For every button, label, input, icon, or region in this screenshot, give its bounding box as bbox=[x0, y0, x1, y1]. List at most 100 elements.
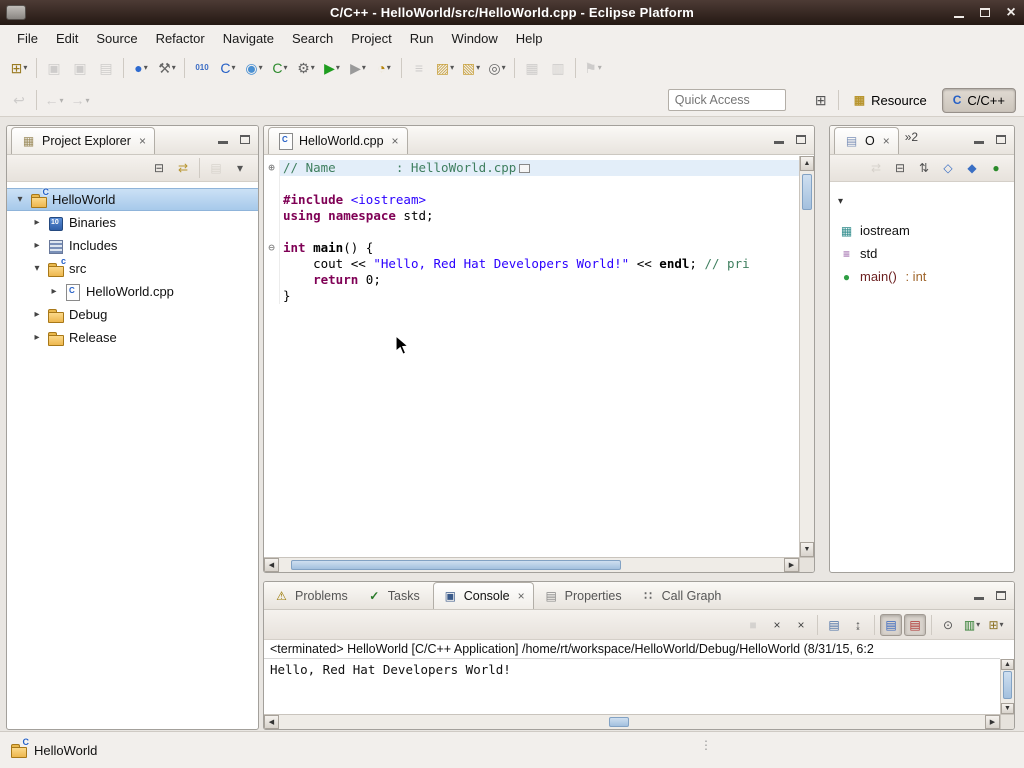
chevron-right-icon[interactable]: ▸ bbox=[30, 217, 44, 228]
tab-tasks[interactable]: ✓Tasks bbox=[357, 583, 429, 609]
tree-item-helloworld-cpp[interactable]: ▸CHelloWorld.cpp bbox=[7, 280, 258, 303]
view-menu-button[interactable]: ▾ bbox=[229, 157, 251, 179]
close-icon[interactable]: × bbox=[518, 590, 525, 602]
console-vertical-scrollbar[interactable]: ▲ ▼ bbox=[1000, 659, 1014, 714]
scroll-right-button[interactable]: ▶ bbox=[985, 715, 1000, 729]
code-line-text[interactable]: #include <iostream> bbox=[280, 192, 799, 208]
chevron-right-icon[interactable]: ▸ bbox=[30, 240, 44, 251]
hide-static-members-button[interactable]: ◆ bbox=[961, 157, 983, 179]
chevron-down-icon[interactable]: ▾ bbox=[838, 196, 1014, 207]
minimize-view-button[interactable] bbox=[218, 141, 228, 144]
remove-all-launches-button[interactable]: × bbox=[790, 614, 812, 636]
menu-item-project[interactable]: Project bbox=[342, 28, 400, 49]
outline-item-main[interactable]: ●main() : int bbox=[830, 265, 1014, 288]
open-perspective-button[interactable]: ⊞ bbox=[809, 88, 833, 112]
close-icon[interactable]: × bbox=[139, 135, 146, 147]
maximize-window-button[interactable] bbox=[972, 0, 998, 25]
perspective-cpp-button[interactable]: CC/C++ bbox=[942, 88, 1016, 113]
new-binary-button[interactable]: 010 bbox=[190, 56, 214, 80]
scroll-down-button[interactable]: ▼ bbox=[1001, 703, 1014, 714]
clear-console-button[interactable]: ▤ bbox=[823, 614, 845, 636]
display-selected-console-button[interactable]: ▥▾ bbox=[961, 614, 983, 636]
open-console-button[interactable]: ⊞▾ bbox=[985, 614, 1007, 636]
code-editor[interactable]: ⊕// Name : HelloWorld.cpp#include <iostr… bbox=[264, 156, 799, 557]
perspective-resource-button[interactable]: ▦Resource bbox=[843, 88, 938, 113]
build-active-config-button[interactable]: C▾ bbox=[268, 56, 292, 80]
editor-presentation-button[interactable]: ▥ bbox=[546, 56, 570, 80]
scrollbar-thumb[interactable] bbox=[1003, 671, 1012, 699]
tab-outline[interactable]: ▤ O × bbox=[834, 127, 899, 154]
tab-problems[interactable]: ⚠Problems bbox=[264, 583, 357, 609]
editor-horizontal-scrollbar[interactable]: ◀ ▶ bbox=[264, 557, 799, 572]
scroll-down-button[interactable]: ▼ bbox=[800, 542, 814, 557]
maximize-view-button[interactable] bbox=[796, 135, 806, 144]
scrollbar-thumb[interactable] bbox=[802, 174, 812, 210]
external-tools-button[interactable]: ⚙▾ bbox=[294, 56, 318, 80]
chevron-down-icon[interactable]: ▾ bbox=[30, 263, 44, 274]
editor-vertical-scrollbar[interactable]: ▲ ▼ bbox=[799, 156, 814, 557]
quick-access-input[interactable] bbox=[668, 89, 786, 111]
menu-item-help[interactable]: Help bbox=[507, 28, 552, 49]
new-wizard-button[interactable]: ⊞▾ bbox=[7, 56, 31, 80]
close-window-button[interactable]: × bbox=[998, 0, 1024, 25]
menu-item-run[interactable]: Run bbox=[401, 28, 443, 49]
code-line-text[interactable] bbox=[280, 176, 799, 192]
chevron-right-icon[interactable]: ▸ bbox=[30, 309, 44, 320]
save-button[interactable]: ▣ bbox=[42, 56, 66, 80]
pin-console-button[interactable]: ⊙ bbox=[937, 614, 959, 636]
new-class-button[interactable]: ◉▾ bbox=[242, 56, 266, 80]
open-resource-button[interactable]: ▧▾ bbox=[459, 56, 483, 80]
maximize-view-button[interactable] bbox=[996, 591, 1006, 600]
chevron-right-icon[interactable]: ▸ bbox=[47, 286, 61, 297]
menu-item-navigate[interactable]: Navigate bbox=[214, 28, 283, 49]
menu-item-file[interactable]: File bbox=[8, 28, 47, 49]
show-console-on-stdout-button[interactable]: ▤ bbox=[880, 614, 902, 636]
focus-on-active-task-button[interactable]: ▤ bbox=[205, 157, 227, 179]
outline-item-iostream[interactable]: ▦iostream bbox=[830, 219, 1014, 242]
run-history-button[interactable]: ▶▾ bbox=[346, 56, 370, 80]
chevron-down-icon[interactable]: ▾ bbox=[13, 194, 27, 205]
sort-button[interactable]: ⇅ bbox=[913, 157, 935, 179]
tree-item-src[interactable]: ▾csrc bbox=[7, 257, 258, 280]
chevron-right-icon[interactable]: ▸ bbox=[30, 332, 44, 343]
hide-fields-button[interactable]: ◇ bbox=[937, 157, 959, 179]
tree-item-includes[interactable]: ▸Includes bbox=[7, 234, 258, 257]
folded-region-indicator[interactable] bbox=[519, 164, 530, 173]
code-line-text[interactable]: } bbox=[280, 288, 799, 304]
minimize-window-button[interactable] bbox=[946, 0, 972, 25]
tab-helloworld-cpp[interactable]: C HelloWorld.cpp × bbox=[268, 127, 408, 154]
menu-item-window[interactable]: Window bbox=[443, 28, 507, 49]
profile-button[interactable]: ◔▾ bbox=[372, 56, 396, 80]
tree-item-debug[interactable]: ▸Debug bbox=[7, 303, 258, 326]
menu-item-source[interactable]: Source bbox=[87, 28, 146, 49]
scroll-left-button[interactable]: ◀ bbox=[264, 558, 279, 572]
maximize-view-button[interactable] bbox=[996, 135, 1006, 144]
build-all-button[interactable]: ⚒▾ bbox=[155, 56, 179, 80]
collapse-all-button[interactable]: ⊟ bbox=[889, 157, 911, 179]
save-all-button[interactable]: ▣ bbox=[68, 56, 92, 80]
tab-properties[interactable]: ▤Properties bbox=[534, 583, 631, 609]
debug-button[interactable]: ●▾ bbox=[129, 56, 153, 80]
code-line-text[interactable]: using namespace std; bbox=[280, 208, 799, 224]
back-button[interactable]: ←▾ bbox=[42, 88, 66, 112]
tree-item-release[interactable]: ▸Release bbox=[7, 326, 258, 349]
pin-editor-button[interactable]: ⚑▾ bbox=[581, 56, 605, 80]
code-line-text[interactable]: cout << "Hello, Red Hat Developers World… bbox=[280, 256, 799, 272]
print-button[interactable]: ▤ bbox=[94, 56, 118, 80]
minimize-view-button[interactable] bbox=[974, 141, 984, 144]
terminate-button[interactable]: ■ bbox=[742, 614, 764, 636]
status-divider-handle[interactable]: ⋮ bbox=[700, 738, 712, 752]
open-element-button[interactable]: ▨▾ bbox=[433, 56, 457, 80]
link-with-editor-button[interactable]: ⇄ bbox=[172, 157, 194, 179]
search-button[interactable]: ◎▾ bbox=[485, 56, 509, 80]
run-button[interactable]: ▶▾ bbox=[320, 56, 344, 80]
menu-item-refactor[interactable]: Refactor bbox=[147, 28, 214, 49]
menu-item-search[interactable]: Search bbox=[283, 28, 342, 49]
tree-item-helloworld[interactable]: ▾CHelloWorld bbox=[7, 188, 258, 211]
new-source-file-button[interactable]: C▾ bbox=[216, 56, 240, 80]
code-line-text[interactable]: int main() { bbox=[280, 240, 799, 256]
show-console-on-stderr-button[interactable]: ▤ bbox=[904, 614, 926, 636]
close-icon[interactable]: × bbox=[392, 135, 399, 147]
forward-button[interactable]: →▾ bbox=[68, 88, 92, 112]
link-with-editor-button[interactable]: ⇄ bbox=[865, 157, 887, 179]
